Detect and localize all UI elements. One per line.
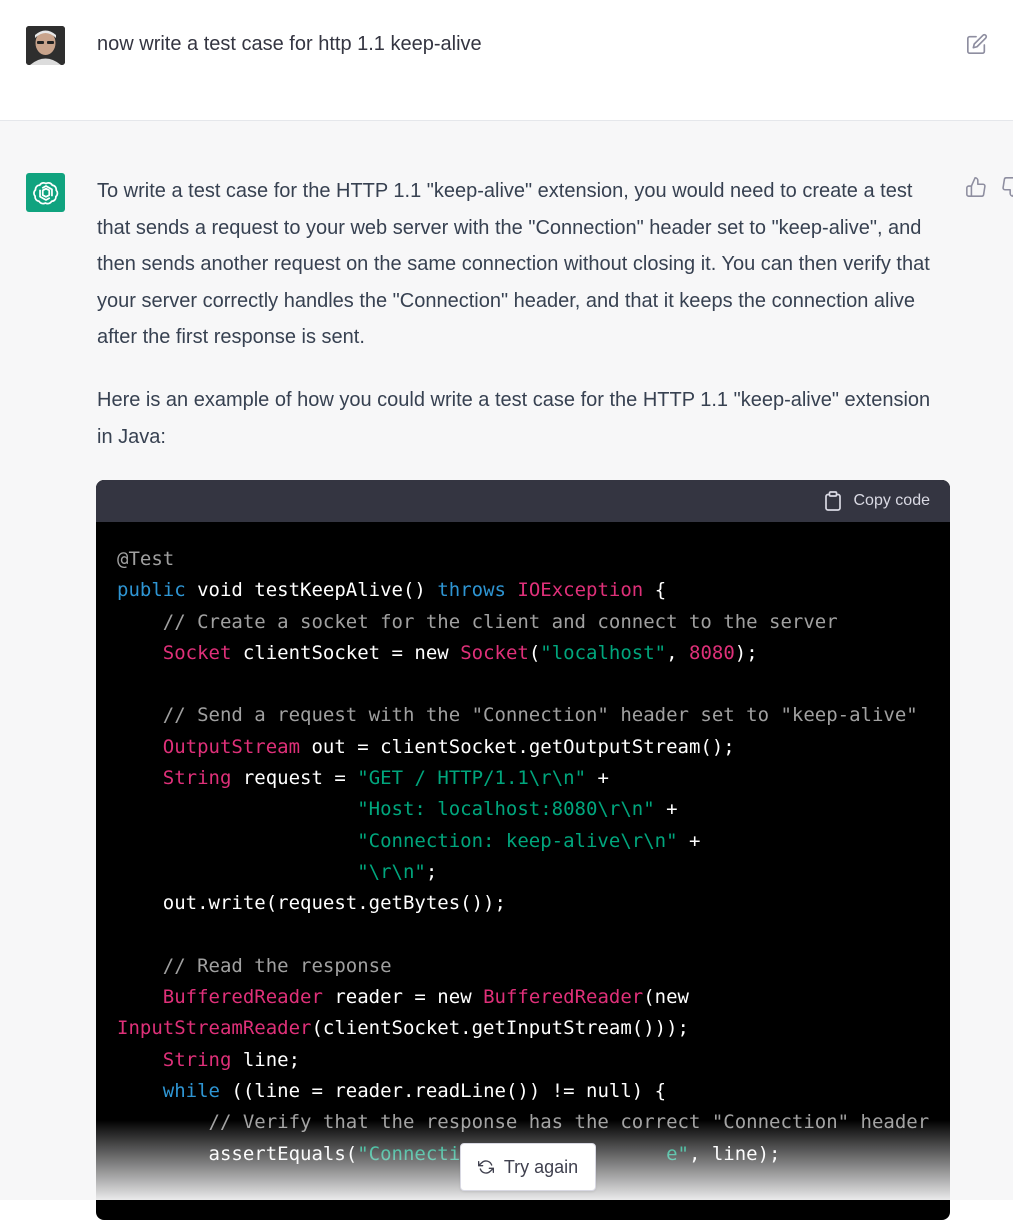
code-line: String request = "GET / HTTP/1.1\r\n" + [117,763,929,794]
assistant-answer: To write a test case for the HTTP 1.1 "k… [97,173,947,455]
code-token-string: "GET / HTTP/1.1\r\n" [357,767,587,790]
code-token-plain: + [654,798,678,821]
code-token-string: "Host: localhost:8080\r\n" [357,798,655,821]
clipboard-icon [824,491,841,511]
code-token-plain: out = clientSocket.getOutputStream(); [300,735,735,758]
code-token-plain: + [586,767,609,790]
code-token-plain: ); [734,641,758,664]
code-token-class: OutputStream [162,735,301,758]
code-token-plain: out.write(request.getBytes()); [117,892,506,915]
code-line: Socket clientSocket = new Socket("localh… [117,638,929,669]
code-token-class: String [162,767,232,790]
code-token-plain: ; [425,860,438,883]
code-token-string: "localhost" [540,641,667,664]
code-token-class: InputStreamReader [117,1017,312,1040]
code-token-plain: clientSocket = new [231,641,461,664]
code-line: "\r\n"; [117,857,929,888]
code-token-plain: { [643,579,667,602]
code-token-comment: // Create a socket for the client and co… [117,610,838,633]
code-token-string: "\r\n" [357,860,426,883]
copy-code-button[interactable]: Copy code [824,491,931,511]
thumbs-down-icon[interactable] [1001,175,1013,199]
code-token-string: "Connection: keep-alive\r\n" [357,829,678,852]
code-content: @Test public void testKeepAlive() throws … [96,522,950,1170]
answer-paragraph: Here is an example of how you could writ… [97,388,931,448]
code-token-plain: + [677,829,701,852]
edit-icon[interactable] [966,33,988,55]
copy-code-label: Copy code [853,492,931,509]
code-line: public void testKeepAlive() throws IOExc… [117,575,929,606]
refresh-icon [477,1160,494,1174]
code-token-class: Socket [162,641,232,664]
code-line: OutputStream out = clientSocket.getOutpu… [117,732,929,763]
chatgpt-logo-icon [26,173,65,212]
answer-paragraph: To write a test case for the HTTP 1.1 "k… [97,180,930,349]
code-line: @Test [117,544,929,575]
code-line: "Connection: keep-alive\r\n" + [117,826,929,857]
try-again-button[interactable]: Try again [460,1143,596,1191]
code-token-class: IOException [517,579,644,602]
code-token-class: Socket [460,641,529,664]
code-token-comment: // Send a request with the "Connection" … [117,704,918,727]
code-line: // Send a request with the "Connection" … [117,700,929,731]
code-token-keyword: public [117,579,186,602]
code-token-plain: reader = new [322,986,484,1009]
code-token-comment: // Read the response [117,954,392,977]
code-token-plain: void testKeepAlive() [185,579,438,602]
code-token-plain: , [666,641,690,664]
code-token-class: BufferedReader [483,986,644,1009]
code-line: InputStreamReader(clientSocket.getInputS… [117,1013,929,1044]
code-token-plain: request = [231,767,358,790]
user-message-text: now write a test case for http 1.1 keep-… [97,33,482,55]
code-token-plain: (new [643,986,689,1009]
thumbs-up-icon[interactable] [965,175,987,199]
code-token-number: 8080 [689,641,735,664]
code-line: while ((line = reader.readLine()) != nul… [117,1076,929,1107]
code-block: Copy code @Test public void testKeepAlive… [96,480,950,1220]
code-token-plain: line; [231,1048,301,1071]
code-line: // Create a socket for the client and co… [117,607,929,638]
code-token-plain: ( [528,641,541,664]
user-message-row: now write a test case for http 1.1 keep-… [0,0,1013,121]
code-line: // Read the response [117,951,929,982]
code-line: String line; [117,1045,929,1076]
code-line: out.write(request.getBytes()); [117,888,929,919]
code-token-plain: ((line = reader.readLine()) != null) { [219,1080,667,1103]
code-token-keyword: throws [437,579,506,602]
user-avatar [26,26,65,65]
code-block-header: Copy code [96,480,950,522]
code-line: "Host: localhost:8080\r\n" + [117,794,929,825]
code-line: BufferedReader reader = new BufferedRead… [117,982,929,1013]
try-again-label: Try again [503,1156,579,1177]
code-token-keyword: while [162,1080,220,1103]
assistant-message-row: To write a test case for the HTTP 1.1 "k… [0,121,1013,1220]
code-token-class: BufferedReader [162,986,323,1009]
code-token-class: String [162,1048,232,1071]
code-token-plain: (clientSocket.getInputStream())); [311,1017,689,1040]
code-token-annotation: @Test [117,548,175,570]
